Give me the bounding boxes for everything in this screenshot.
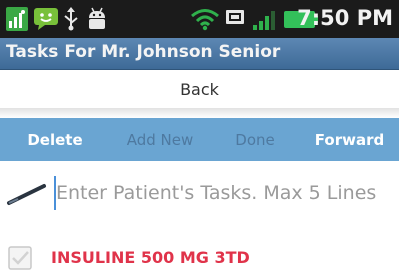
done-button[interactable]: Done [210,118,300,161]
add-new-button[interactable]: Add New [110,118,210,161]
status-bar: 7:50 PM [0,0,399,38]
task-input[interactable] [54,176,399,210]
list-item[interactable]: INSULINE 500 MG 3TD [0,240,399,274]
back-bar: Back [0,70,399,108]
clock-time: 7:50 PM [297,6,393,30]
divider [0,108,399,118]
page-title: Tasks For Mr. Johnson Senior [6,42,281,62]
signal-bars-notification-icon [6,7,28,31]
cell-signal-icon [253,11,275,30]
chat-notification-icon [34,8,58,30]
usb-icon [64,7,78,31]
task-label: INSULINE 500 MG 3TD [51,248,250,267]
checkbox[interactable] [8,246,32,270]
wifi-icon [191,9,219,31]
action-bar: Delete Add New Done Forward [0,118,399,161]
pencil-icon [7,184,46,205]
forward-button[interactable]: Forward [300,118,399,161]
back-button[interactable]: Back [0,70,399,108]
task-input-row [0,170,399,216]
delete-button[interactable]: Delete [0,118,110,161]
sim-card-icon [226,10,244,24]
android-debug-icon [89,7,105,29]
title-bar: Tasks For Mr. Johnson Senior [0,38,399,70]
